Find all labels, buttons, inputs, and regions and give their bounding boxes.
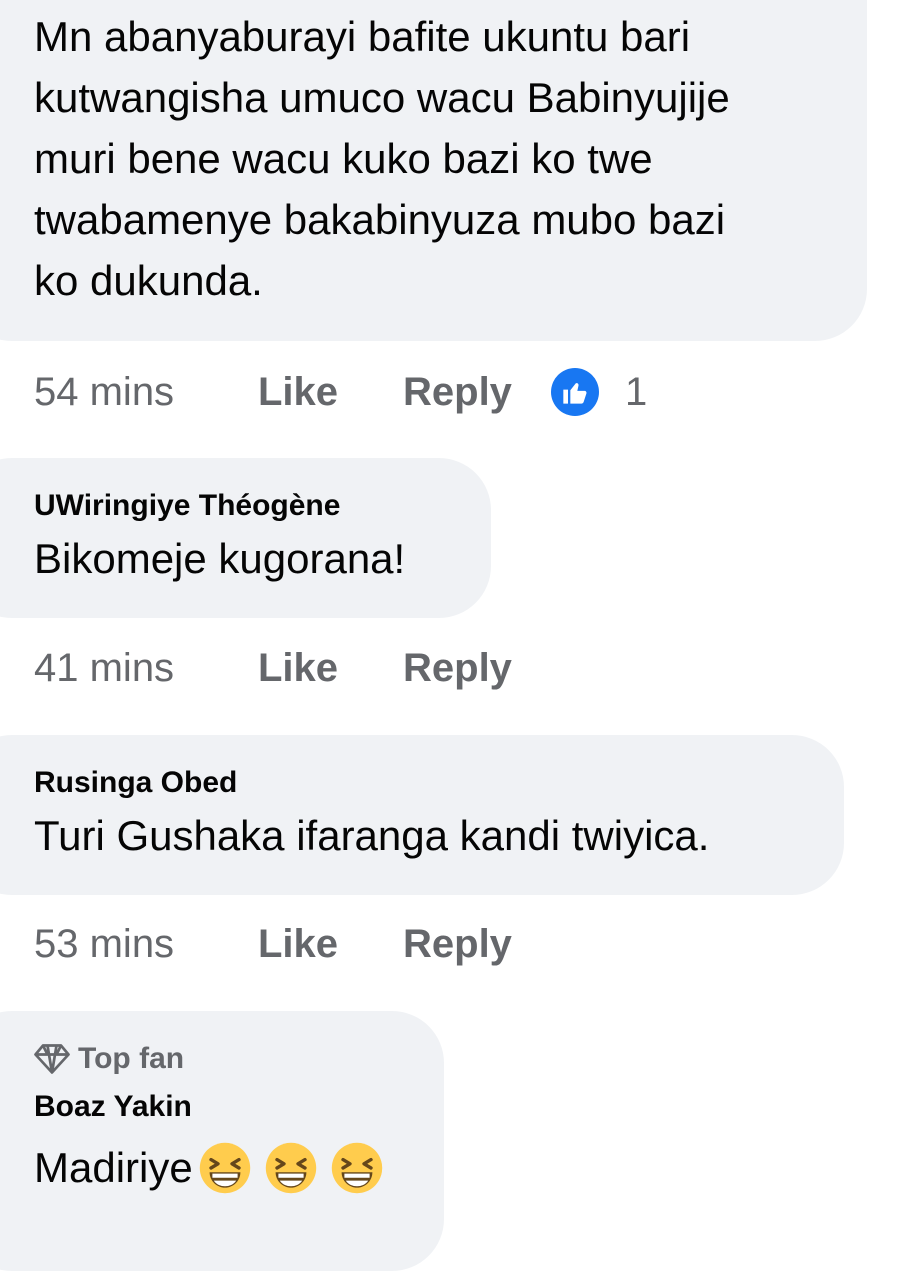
comment-bubble-4: Top fan Boaz Yakin Madiriye bbox=[0, 1011, 444, 1271]
reply-button[interactable]: Reply bbox=[403, 922, 551, 967]
like-button[interactable]: Like bbox=[258, 646, 403, 691]
like-button[interactable]: Like bbox=[258, 370, 403, 415]
comment-text: Turi Gushaka ifaranga kandi twiyica. bbox=[34, 812, 710, 859]
comment-time: 54 mins bbox=[34, 369, 175, 414]
thumbs-up-icon bbox=[563, 383, 587, 404]
reply-button[interactable]: Reply bbox=[403, 370, 551, 415]
top-fan-badge: Top fan bbox=[34, 1039, 184, 1079]
comment-text: Bikomeje kugorana! bbox=[34, 535, 406, 582]
grinning-squinting-face-emoji bbox=[199, 1142, 250, 1193]
like-button[interactable]: Like bbox=[258, 922, 403, 967]
comment-time: 53 mins bbox=[34, 921, 175, 966]
comment-text-row: Madiriye bbox=[34, 1137, 385, 1198]
reaction-count: 1 bbox=[625, 369, 648, 414]
comment-actions-2: 41 mins Like Reply bbox=[34, 638, 551, 698]
grinning-squinting-face-emoji bbox=[331, 1142, 382, 1193]
comment-author[interactable]: Boaz Yakin bbox=[34, 1089, 192, 1125]
comment-author[interactable]: UWiringiye Théogène bbox=[34, 488, 340, 524]
diamond-icon bbox=[34, 1044, 70, 1074]
comment-author[interactable]: Rusinga Obed bbox=[34, 765, 237, 801]
comment-bubble-3: Rusinga Obed Turi Gushaka ifaranga kandi… bbox=[0, 735, 844, 895]
comment-actions-1: 54 mins Like Reply 1 bbox=[34, 362, 647, 422]
comment-bubble-1: Mn abanyaburayi bafite ukuntu bari kutwa… bbox=[0, 0, 867, 341]
comment-text: Mn abanyaburayi bafite ukuntu bari kutwa… bbox=[34, 13, 730, 304]
reply-button[interactable]: Reply bbox=[403, 646, 551, 691]
like-reaction-icon[interactable] bbox=[551, 368, 599, 416]
comment-bubble-2: UWiringiye Théogène Bikomeje kugorana! bbox=[0, 458, 491, 618]
grinning-squinting-face-emoji bbox=[265, 1142, 316, 1193]
badge-label: Top fan bbox=[78, 1042, 185, 1075]
comment-time: 41 mins bbox=[34, 645, 175, 690]
comment-text: Madiriye bbox=[34, 1144, 193, 1191]
comment-actions-3: 53 mins Like Reply bbox=[34, 914, 551, 974]
